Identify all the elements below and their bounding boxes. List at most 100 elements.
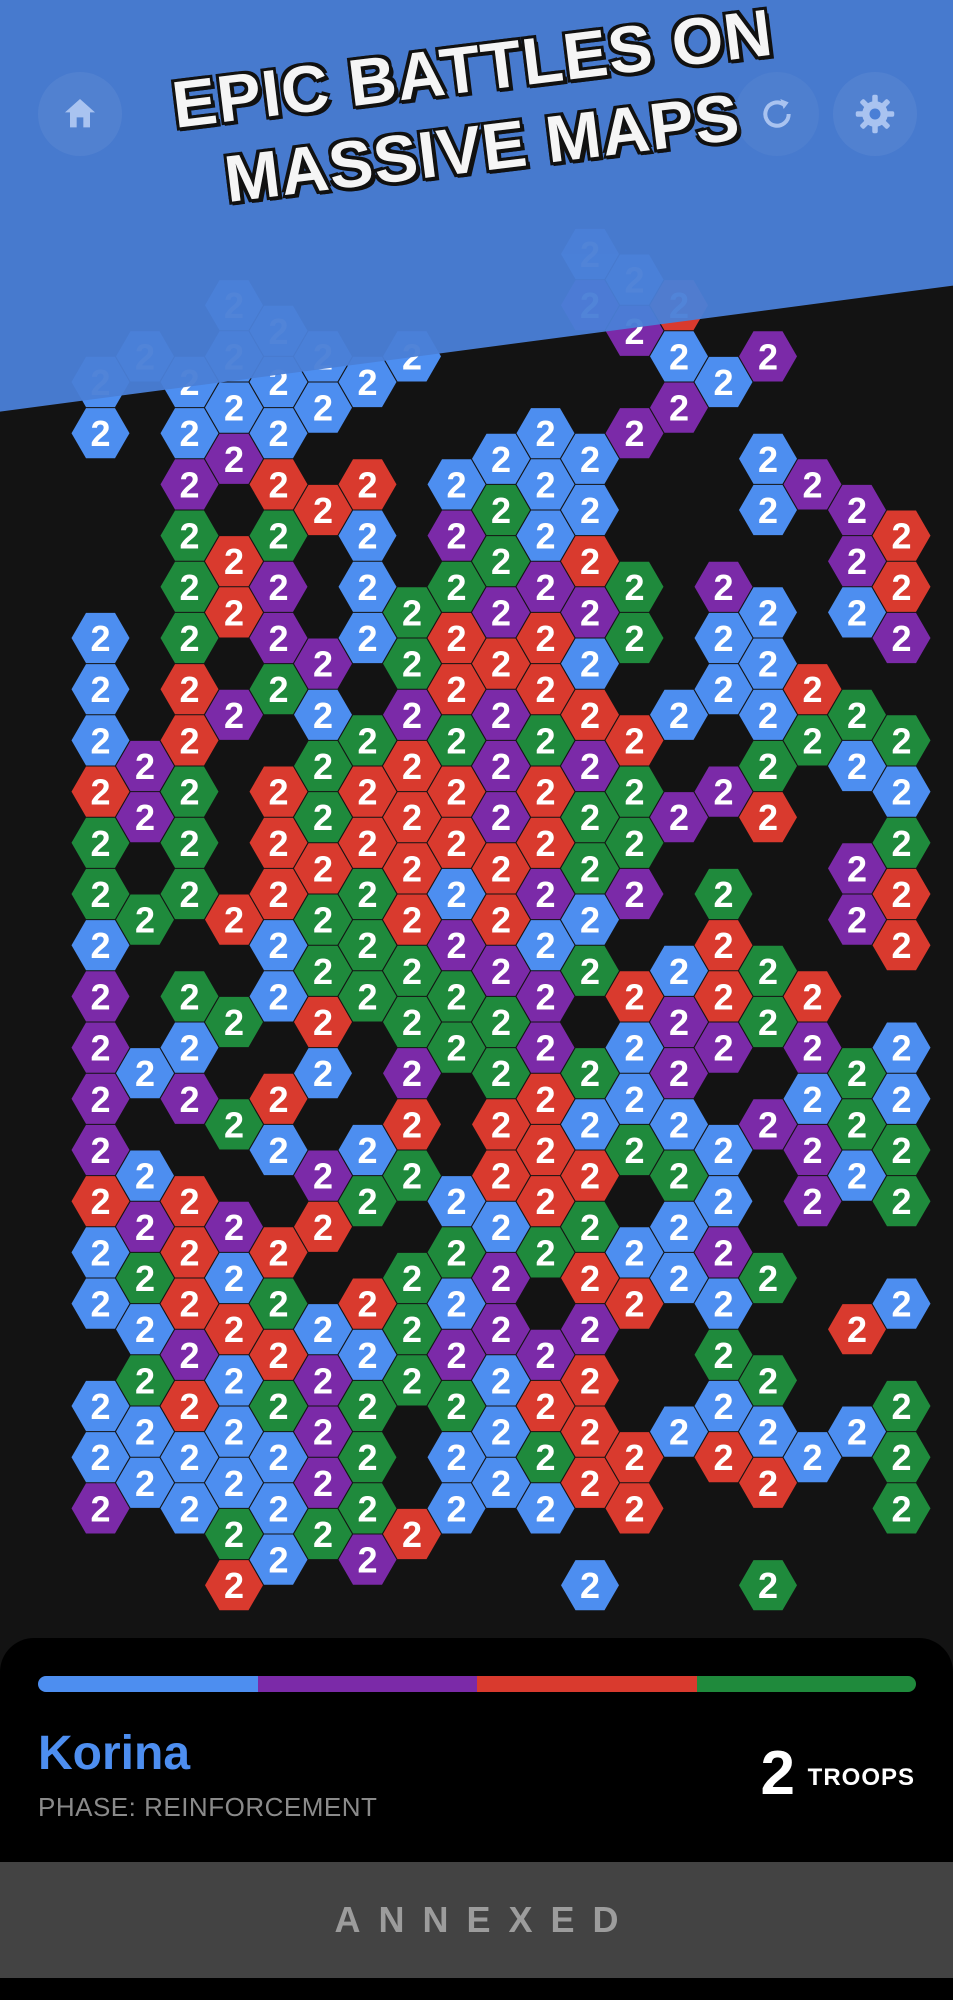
hex-troop-count: 2: [535, 669, 555, 710]
hex-troop-count: 2: [535, 720, 555, 761]
hex-troop-count: 2: [268, 976, 288, 1017]
hex-troop-count: 2: [90, 1028, 110, 1069]
hex-troop-count: 2: [624, 823, 644, 864]
hex-troop-count: 2: [713, 669, 733, 710]
hex-troop-count: 2: [491, 695, 511, 736]
hex-troop-count: 2: [491, 1104, 511, 1145]
hex-troop-count: 2: [268, 464, 288, 505]
hex-troop-count: 2: [446, 874, 466, 915]
hex-troop-count: 2: [357, 516, 377, 557]
hex-troop-count: 2: [313, 1309, 333, 1350]
hex-troop-count: 2: [802, 1079, 822, 1120]
hex-troop-count: 2: [357, 1181, 377, 1222]
hex-troop-count: 2: [758, 1412, 778, 1453]
hex-troop-count: 2: [535, 1437, 555, 1478]
hex-troop-count: 2: [580, 695, 600, 736]
hex-troop-count: 2: [268, 925, 288, 966]
hex-troop-count: 2: [491, 900, 511, 941]
territory-hex[interactable]: 2: [561, 1560, 619, 1611]
hex-troop-count: 2: [624, 772, 644, 813]
hex-troop-count: 2: [224, 1412, 244, 1453]
hex-troop-count: 2: [135, 1207, 155, 1248]
hex-troop-count: 2: [268, 772, 288, 813]
territory-hex[interactable]: 2: [872, 1483, 931, 1534]
hex-troop-count: 2: [713, 1386, 733, 1427]
hex-troop-count: 2: [491, 1002, 511, 1043]
settings-button[interactable]: [833, 72, 917, 156]
hex-troop-count: 2: [491, 439, 511, 480]
hex-troop-count: 2: [179, 1284, 199, 1325]
hex-troop-count: 2: [402, 900, 422, 941]
hex-troop-count: 2: [224, 1002, 244, 1043]
hex-troop-count: 2: [713, 567, 733, 608]
hex-troop-count: 2: [446, 1028, 466, 1069]
hex-troop-count: 2: [268, 874, 288, 915]
hex-troop-count: 2: [224, 1207, 244, 1248]
hex-troop-count: 2: [535, 1386, 555, 1427]
hex-troop-count: 2: [90, 1284, 110, 1325]
hex-troop-count: 2: [891, 1386, 911, 1427]
hex-troop-count: 2: [268, 823, 288, 864]
hex-troop-count: 2: [847, 1412, 867, 1453]
hex-troop-count: 2: [313, 1002, 333, 1043]
hex-troop-count: 2: [491, 1156, 511, 1197]
territory-hex[interactable]: 2: [71, 612, 130, 664]
hex-troop-count: 2: [758, 490, 778, 531]
hex-troop-count: 2: [357, 1488, 377, 1529]
territory-hex[interactable]: 2: [71, 408, 130, 459]
territory-hex[interactable]: 2: [739, 1560, 797, 1611]
hex-troop-count: 2: [313, 388, 333, 429]
hex-troop-count: 2: [402, 746, 422, 787]
hex-troop-count: 2: [891, 1130, 911, 1171]
hex-troop-count: 2: [179, 1028, 199, 1069]
hex-troop-count: 2: [313, 1514, 333, 1555]
hex-troop-count: 2: [847, 592, 867, 633]
hex-troop-count: 2: [491, 490, 511, 531]
hex-troop-count: 2: [90, 1181, 110, 1222]
hex-troop-count: 2: [802, 1181, 822, 1222]
hex-troop-count: 2: [713, 1232, 733, 1273]
hex-troop-count: 2: [802, 464, 822, 505]
hex-troop-count: 2: [580, 1360, 600, 1401]
home-button[interactable]: [38, 72, 122, 156]
hex-troop-count: 2: [402, 1309, 422, 1350]
hex-troop-count: 2: [713, 1335, 733, 1376]
hex-troop-count: 2: [224, 1463, 244, 1504]
hex-troop-count: 2: [402, 1514, 422, 1555]
hex-troop-count: 2: [179, 1488, 199, 1529]
hex-troop-count: 2: [891, 1437, 911, 1478]
hex-troop-count: 2: [847, 1053, 867, 1094]
hex-troop-count: 2: [224, 541, 244, 582]
territory-hex[interactable]: 2: [71, 971, 130, 1022]
refresh-button[interactable]: [735, 72, 819, 156]
hex-troop-count: 2: [357, 1335, 377, 1376]
hex-troop-count: 2: [891, 823, 911, 864]
hex-troop-count: 2: [758, 746, 778, 787]
hex-troop-count: 2: [535, 413, 555, 454]
hex-troop-count: 2: [758, 1258, 778, 1299]
hex-troop-count: 2: [758, 644, 778, 685]
hex-troop-count: 2: [313, 848, 333, 889]
hex-troop-count: 2: [669, 951, 689, 992]
hex-troop-count: 2: [313, 797, 333, 838]
hex-troop-count: 2: [535, 1335, 555, 1376]
territory-hex[interactable]: 2: [71, 664, 130, 715]
hex-troop-count: 2: [313, 1053, 333, 1094]
hex-troop-count: 2: [535, 1028, 555, 1069]
hex-troop-count: 2: [90, 413, 110, 454]
hex-troop-count: 2: [268, 516, 288, 557]
hex-troop-count: 2: [357, 976, 377, 1017]
annexed-button[interactable]: ANNEXED: [0, 1862, 953, 1978]
hex-troop-count: 2: [90, 618, 110, 659]
hex-troop-count: 2: [402, 1002, 422, 1043]
hex-troop-count: 2: [357, 720, 377, 761]
hex-troop-count: 2: [357, 823, 377, 864]
hex-troop-count: 2: [402, 1104, 422, 1145]
hex-troop-count: 2: [669, 1104, 689, 1145]
territory-hex[interactable]: 2: [694, 868, 753, 920]
territory-share-bar: [38, 1676, 916, 1692]
hex-troop-count: 2: [802, 1130, 822, 1171]
hex-troop-count: 2: [446, 1284, 466, 1325]
hex-troop-count: 2: [713, 976, 733, 1017]
hex-troop-count: 2: [268, 1335, 288, 1376]
